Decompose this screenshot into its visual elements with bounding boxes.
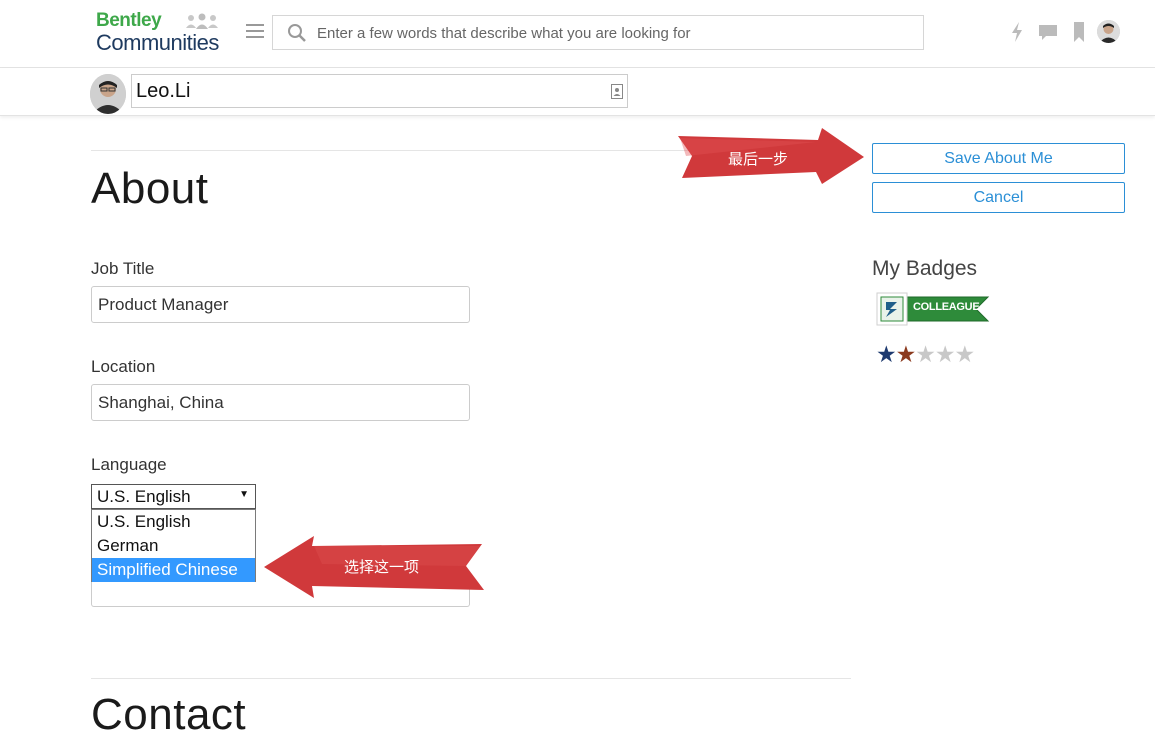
language-option-us-english[interactable]: U.S. English (92, 510, 255, 534)
contact-card-icon[interactable] (611, 84, 623, 99)
bentley-communities-logo[interactable]: Bentley Communities (96, 10, 226, 56)
job-title-label: Job Title (91, 259, 155, 278)
dropdown-arrow-icon: ▼ (239, 489, 249, 500)
location-input[interactable] (98, 393, 458, 413)
cancel-button[interactable]: Cancel (872, 182, 1125, 213)
star-empty-icon: ★ (954, 341, 976, 367)
menu-icon[interactable] (246, 24, 264, 40)
search-input[interactable] (317, 22, 912, 44)
logo-line2: Communities (96, 30, 219, 55)
language-dropdown-list[interactable]: U.S. English German Simplified Chinese (91, 509, 256, 582)
conversations-icon[interactable] (1036, 20, 1060, 44)
language-selected-value: U.S. English (97, 487, 191, 506)
language-option-simplified-chinese[interactable]: Simplified Chinese (92, 558, 255, 582)
star-filled-icon: ★ (876, 341, 897, 367)
top-header: Bentley Communities (0, 0, 1155, 68)
language-option-german[interactable]: German (92, 534, 255, 558)
about-heading: About (91, 164, 209, 213)
location-label: Location (91, 357, 156, 376)
contact-heading: Contact (91, 690, 247, 739)
language-label: Language (91, 455, 167, 474)
community-people-icon (186, 13, 218, 29)
section-divider (91, 678, 851, 679)
badge-label: COLLEAGUE (913, 301, 980, 313)
logo-line1: Bentley (96, 10, 162, 31)
star-filled-icon: ★ (895, 341, 917, 367)
search-box[interactable] (272, 15, 924, 50)
profile-avatar[interactable] (90, 74, 126, 114)
rating-stars: ★★★★★ (876, 341, 976, 367)
user-avatar[interactable] (1097, 20, 1120, 43)
display-name-field[interactable] (131, 74, 628, 108)
save-about-me-button[interactable]: Save About Me (872, 143, 1125, 174)
annotation-label-select-option: 选择这一项 (344, 558, 420, 576)
job-title-input[interactable] (98, 295, 458, 315)
job-title-field[interactable] (91, 286, 470, 323)
star-empty-icon: ★ (934, 341, 956, 367)
search-icon (288, 24, 306, 42)
annotation-label-final-step: 最后一步 (728, 150, 789, 168)
my-badges-title: My Badges (872, 257, 978, 280)
language-select[interactable]: U.S. English ▼ (91, 484, 256, 509)
bookmark-icon[interactable] (1067, 20, 1091, 44)
activity-icon[interactable] (1005, 20, 1029, 44)
location-field[interactable] (91, 384, 470, 421)
star-empty-icon: ★ (915, 341, 936, 367)
display-name-input[interactable] (136, 79, 606, 103)
colleague-badge[interactable]: COLLEAGUE (876, 292, 990, 326)
